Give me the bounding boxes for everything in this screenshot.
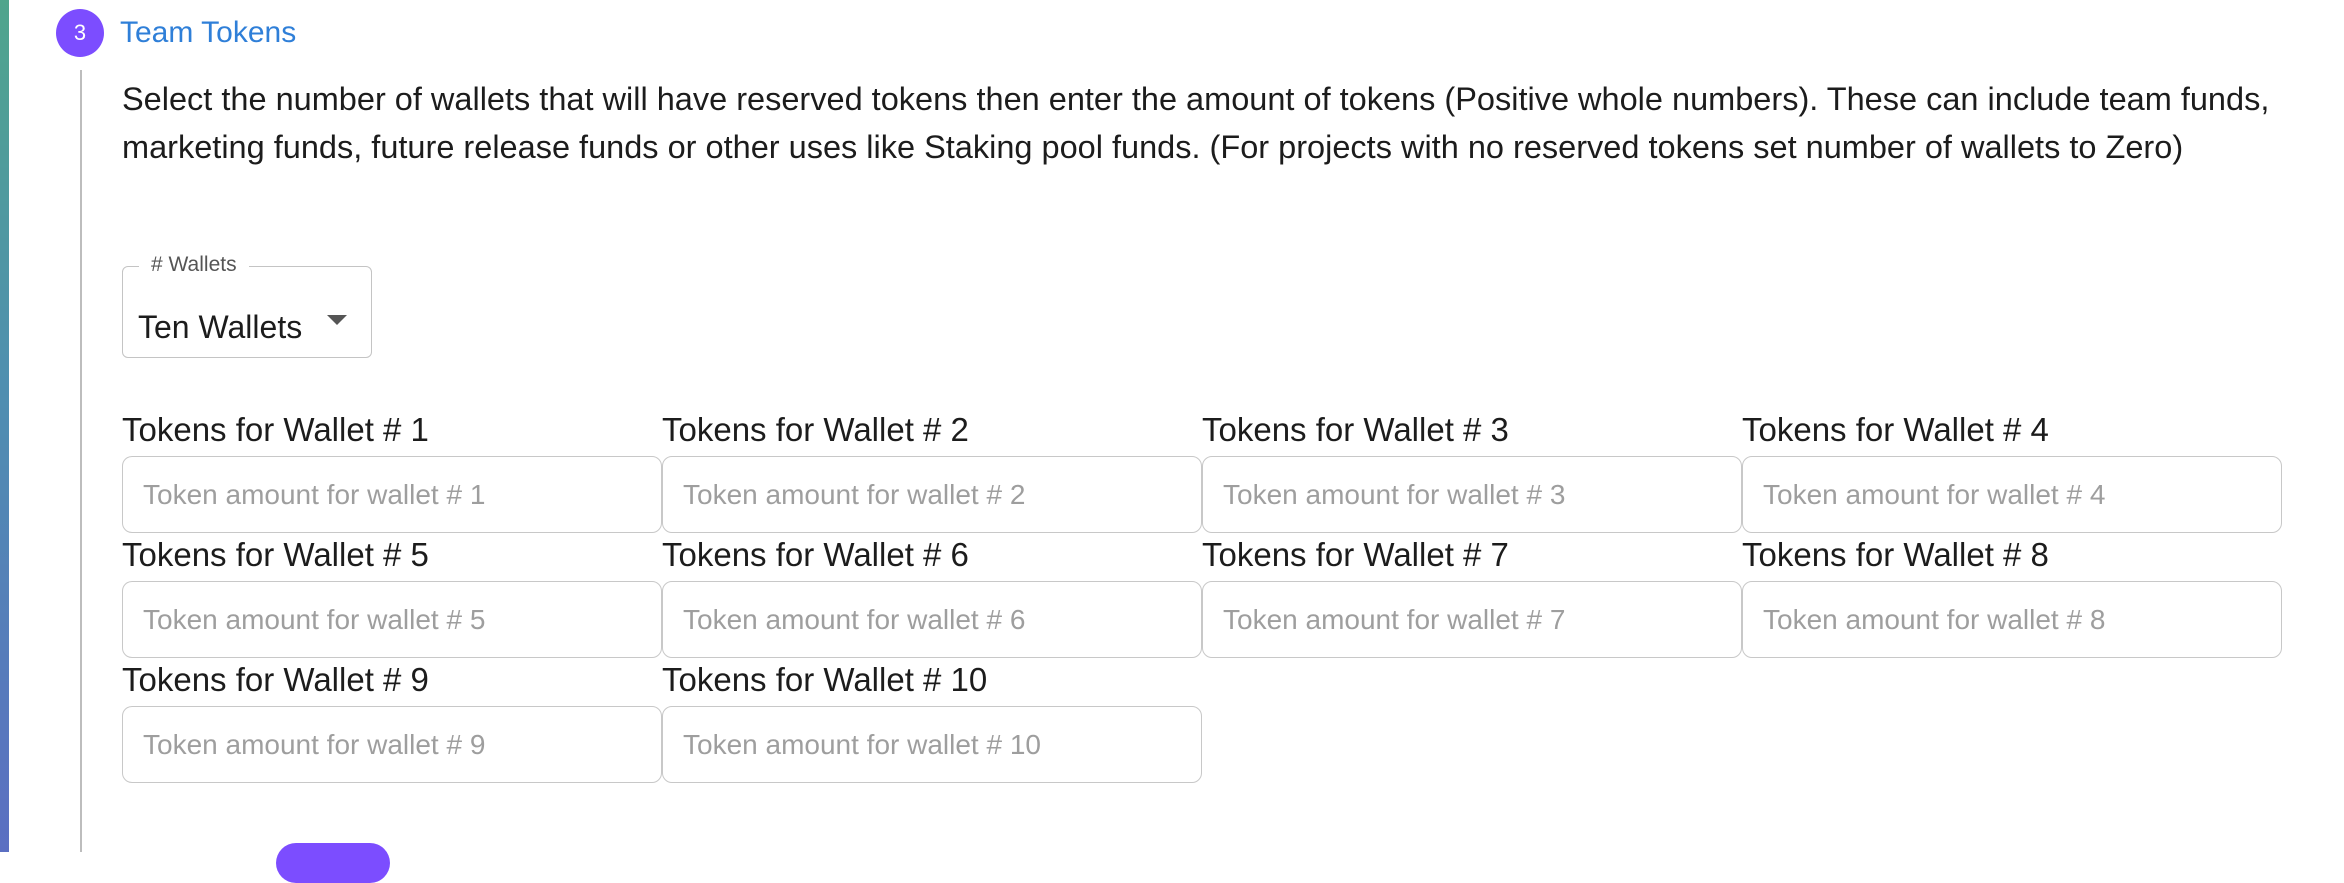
wallet-field-3: Tokens for Wallet # 3 — [1202, 410, 1742, 535]
wallet-label: Tokens for Wallet # 7 — [1202, 536, 1509, 573]
wallet-token-input[interactable] — [1742, 581, 2282, 658]
wallet-token-input[interactable] — [662, 456, 1202, 533]
wallet-token-input[interactable] — [122, 456, 662, 533]
wallet-label: Tokens for Wallet # 3 — [1202, 411, 1509, 448]
wallet-label: Tokens for Wallet # 8 — [1742, 536, 2049, 573]
wallet-field-7: Tokens for Wallet # 7 — [1202, 535, 1742, 660]
wallet-count-select-label: # Wallets — [139, 251, 249, 279]
wallet-token-input[interactable] — [662, 581, 1202, 658]
wallet-label: Tokens for Wallet # 4 — [1742, 411, 2049, 448]
wallet-token-input[interactable] — [662, 706, 1202, 783]
wallet-count-select[interactable]: # Wallets Ten Wallets — [122, 251, 372, 358]
step-number: 3 — [73, 20, 87, 45]
wallet-label: Tokens for Wallet # 9 — [122, 661, 429, 698]
wallet-token-input[interactable] — [1202, 581, 1742, 658]
step-description: Select the number of wallets that will h… — [122, 81, 2270, 165]
wallet-field-9: Tokens for Wallet # 9 — [122, 660, 662, 785]
wallet-field-1: Tokens for Wallet # 1 — [122, 410, 662, 535]
wallet-token-input[interactable] — [1742, 456, 2282, 533]
wallet-field-6: Tokens for Wallet # 6 — [662, 535, 1202, 660]
wallet-field-2: Tokens for Wallet # 2 — [662, 410, 1202, 535]
wallet-count-select-value[interactable]: Ten Wallets — [138, 309, 302, 345]
wallet-token-input[interactable] — [1202, 456, 1742, 533]
step-title[interactable]: Team Tokens — [120, 14, 296, 52]
caret-down-icon[interactable] — [327, 315, 347, 325]
step-connector-line — [80, 70, 82, 852]
left-edge-strip — [0, 0, 9, 852]
wallet-field-10: Tokens for Wallet # 10 — [662, 660, 1202, 785]
step-number-badge: 3 — [56, 9, 104, 57]
continue-button[interactable] — [276, 843, 390, 883]
wallet-label: Tokens for Wallet # 6 — [662, 536, 969, 573]
wallet-label: Tokens for Wallet # 2 — [662, 411, 969, 448]
wallet-field-8: Tokens for Wallet # 8 — [1742, 535, 2282, 660]
wallet-field-5: Tokens for Wallet # 5 — [122, 535, 662, 660]
wallet-label: Tokens for Wallet # 10 — [662, 661, 988, 698]
wallet-label: Tokens for Wallet # 1 — [122, 411, 429, 448]
wallet-field-4: Tokens for Wallet # 4 — [1742, 410, 2282, 535]
wallet-token-input[interactable] — [122, 706, 662, 783]
wallet-label: Tokens for Wallet # 5 — [122, 536, 429, 573]
wallet-token-input[interactable] — [122, 581, 662, 658]
wallet-token-grid: Tokens for Wallet # 1 Tokens for Wallet … — [122, 410, 2282, 785]
